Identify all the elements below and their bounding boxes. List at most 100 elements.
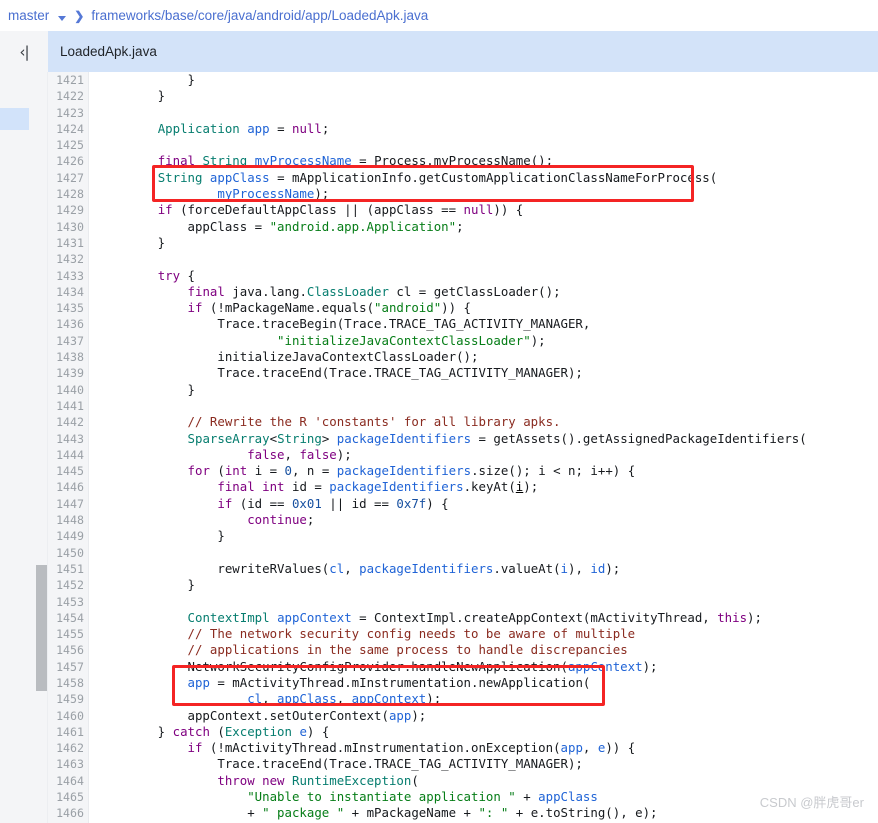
code-text: if (!mActivityThread.mInstrumentation.on…: [187, 740, 636, 756]
scroll-track[interactable]: [29, 72, 48, 823]
line-number: 1444: [56, 447, 84, 462]
code-line: 1429 if (forceDefaultAppClass || (appCla…: [48, 202, 878, 218]
chevron-down-icon[interactable]: [58, 16, 67, 21]
line-number: 1460: [56, 708, 84, 723]
code-text: Trace.traceEnd(Trace.TRACE_TAG_ACTIVITY_…: [98, 365, 583, 381]
code-line: 1446 final int id = packageIdentifiers.k…: [48, 479, 878, 495]
line-number: 1423: [56, 105, 84, 120]
line-number: 1466: [56, 806, 84, 821]
code-line: 1422 }: [48, 88, 878, 104]
code-line: 1453: [48, 594, 878, 610]
code-text: appClass = "android.app.Application";: [98, 218, 464, 234]
code-line: 1430 appClass = "android.app.Application…: [48, 219, 878, 235]
code-line: 1445 for (int i = 0, n = packageIdentifi…: [48, 463, 878, 479]
line-number: 1425: [56, 138, 84, 153]
line-number: 1459: [56, 692, 84, 707]
code-line: 1458 app = mActivityThread.mInstrumentat…: [48, 675, 878, 691]
code-line: 1459 cl, appClass, appContext);: [48, 691, 878, 707]
line-number: 1463: [56, 757, 84, 772]
code-text: NetworkSecurityConfigProvider.handleNewA…: [98, 658, 658, 674]
code-text: appContext.setOuterContext(app);: [98, 707, 427, 723]
code-line: 1424 Application app = null;: [48, 121, 878, 137]
line-number: 1440: [56, 382, 84, 397]
code-line: 1450: [48, 545, 878, 561]
line-number: 1455: [56, 627, 84, 642]
code-line: 1432: [48, 251, 878, 267]
code-line: 1423: [48, 105, 878, 121]
code-text: rewriteRValues(cl, packageIdentifiers.va…: [98, 560, 621, 576]
code-line: 1456 // applications in the same process…: [48, 642, 878, 658]
code-line: 1460 appContext.setOuterContext(app);: [48, 708, 878, 724]
code-line: 1425: [48, 137, 878, 153]
code-line: 1431 }: [48, 235, 878, 251]
code-text: + " package " + mPackageName + ": " + e.…: [98, 805, 658, 821]
breadcrumb-path[interactable]: frameworks/base/core/java/android/app/Lo…: [91, 8, 428, 23]
line-number: 1439: [56, 366, 84, 381]
code-line: 1466 + " package " + mPackageName + ": "…: [48, 805, 878, 821]
code-line: 1436 Trace.traceBegin(Trace.TRACE_TAG_AC…: [48, 316, 878, 332]
rail-highlight-block: [0, 108, 29, 130]
line-number: 1443: [56, 431, 84, 446]
line-number: 1441: [56, 398, 84, 413]
code-line: 1435 if (!mPackageName.equals("android")…: [48, 300, 878, 316]
collapse-panel-button[interactable]: ‹|: [0, 31, 48, 72]
line-number: 1422: [56, 89, 84, 104]
code-text: Application app = null;: [157, 120, 330, 136]
code-text: }: [98, 381, 195, 397]
line-number: 1434: [56, 284, 84, 299]
code-line: 1455 // The network security config need…: [48, 626, 878, 642]
code-line: 1465 "Unable to instantiate application …: [48, 789, 878, 805]
line-number: 1421: [56, 73, 84, 87]
code-text: // The network security config needs to …: [187, 626, 636, 642]
code-text: Trace.traceBegin(Trace.TRACE_TAG_ACTIVIT…: [98, 316, 591, 332]
code-lines: 1421 } 1422 } 1423 1424 Application app = n…: [48, 72, 878, 823]
code-text: for (int i = 0, n = packageIdentifiers.s…: [187, 463, 636, 479]
branch-selector[interactable]: master: [8, 8, 72, 23]
collapse-panel-icon: ‹|: [19, 42, 29, 61]
vertical-scrollbar-thumb[interactable]: [36, 565, 47, 691]
code-viewer-window: master ❯ frameworks/base/core/java/andro…: [0, 0, 878, 823]
line-number: 1454: [56, 610, 84, 625]
code-line: 1428 myProcessName);: [48, 186, 878, 202]
line-number: 1431: [56, 235, 84, 250]
code-text: // applications in the same process to h…: [187, 642, 628, 658]
code-line: 1440 }: [48, 382, 878, 398]
code-text: }: [98, 234, 166, 250]
line-number: 1433: [56, 268, 84, 283]
code-line: 1447 if (id == 0x01 || id == 0x7f) {: [48, 496, 878, 512]
tab-loadedapk-java[interactable]: LoadedApk.java: [60, 31, 157, 72]
code-text: if (!mPackageName.equals("android")) {: [187, 300, 472, 316]
code-text: if (forceDefaultAppClass || (appClass ==…: [157, 202, 524, 218]
line-number: 1462: [56, 741, 84, 756]
line-number: 1427: [56, 170, 84, 185]
code-text: false, false);: [247, 446, 352, 462]
line-number: 1429: [56, 203, 84, 218]
line-number: 1446: [56, 480, 84, 495]
line-number: 1452: [56, 578, 84, 593]
code-line: 1433 try {: [48, 268, 878, 284]
code-text: Trace.traceEnd(Trace.TRACE_TAG_ACTIVITY_…: [98, 756, 583, 772]
code-text: app = mActivityThread.mInstrumentation.n…: [187, 674, 591, 690]
code-line: 1448 continue;: [48, 512, 878, 528]
line-number: 1430: [56, 219, 84, 234]
code-text: }: [98, 88, 166, 104]
code-text: }: [98, 577, 195, 593]
code-line: 1442 // Rewrite the R 'constants' for al…: [48, 414, 878, 430]
code-text: ContextImpl appContext = ContextImpl.cre…: [187, 609, 762, 625]
line-number: 1437: [56, 333, 84, 348]
line-number: 1451: [56, 561, 84, 576]
code-line: 1426 final String myProcessName = Proces…: [48, 153, 878, 169]
code-text: }: [98, 72, 195, 87]
code-text: String appClass = mApplicationInfo.getCu…: [157, 169, 718, 185]
code-line: 1451 rewriteRValues(cl, packageIdentifie…: [48, 561, 878, 577]
code-editor[interactable]: 1421 } 1422 } 1423 1424 Application app = n…: [48, 72, 878, 823]
code-line: 1461 } catch (Exception e) {: [48, 724, 878, 740]
code-text: final java.lang.ClassLoader cl = getClas…: [187, 283, 561, 299]
watermark: CSDN @胖虎哥er: [759, 795, 864, 810]
tab-bar: ‹| LoadedApk.java: [0, 31, 878, 72]
code-line: 1449 }: [48, 528, 878, 544]
line-number: 1428: [56, 187, 84, 202]
line-number: 1458: [56, 675, 84, 690]
line-number: 1445: [56, 464, 84, 479]
code-text: }: [98, 528, 225, 544]
